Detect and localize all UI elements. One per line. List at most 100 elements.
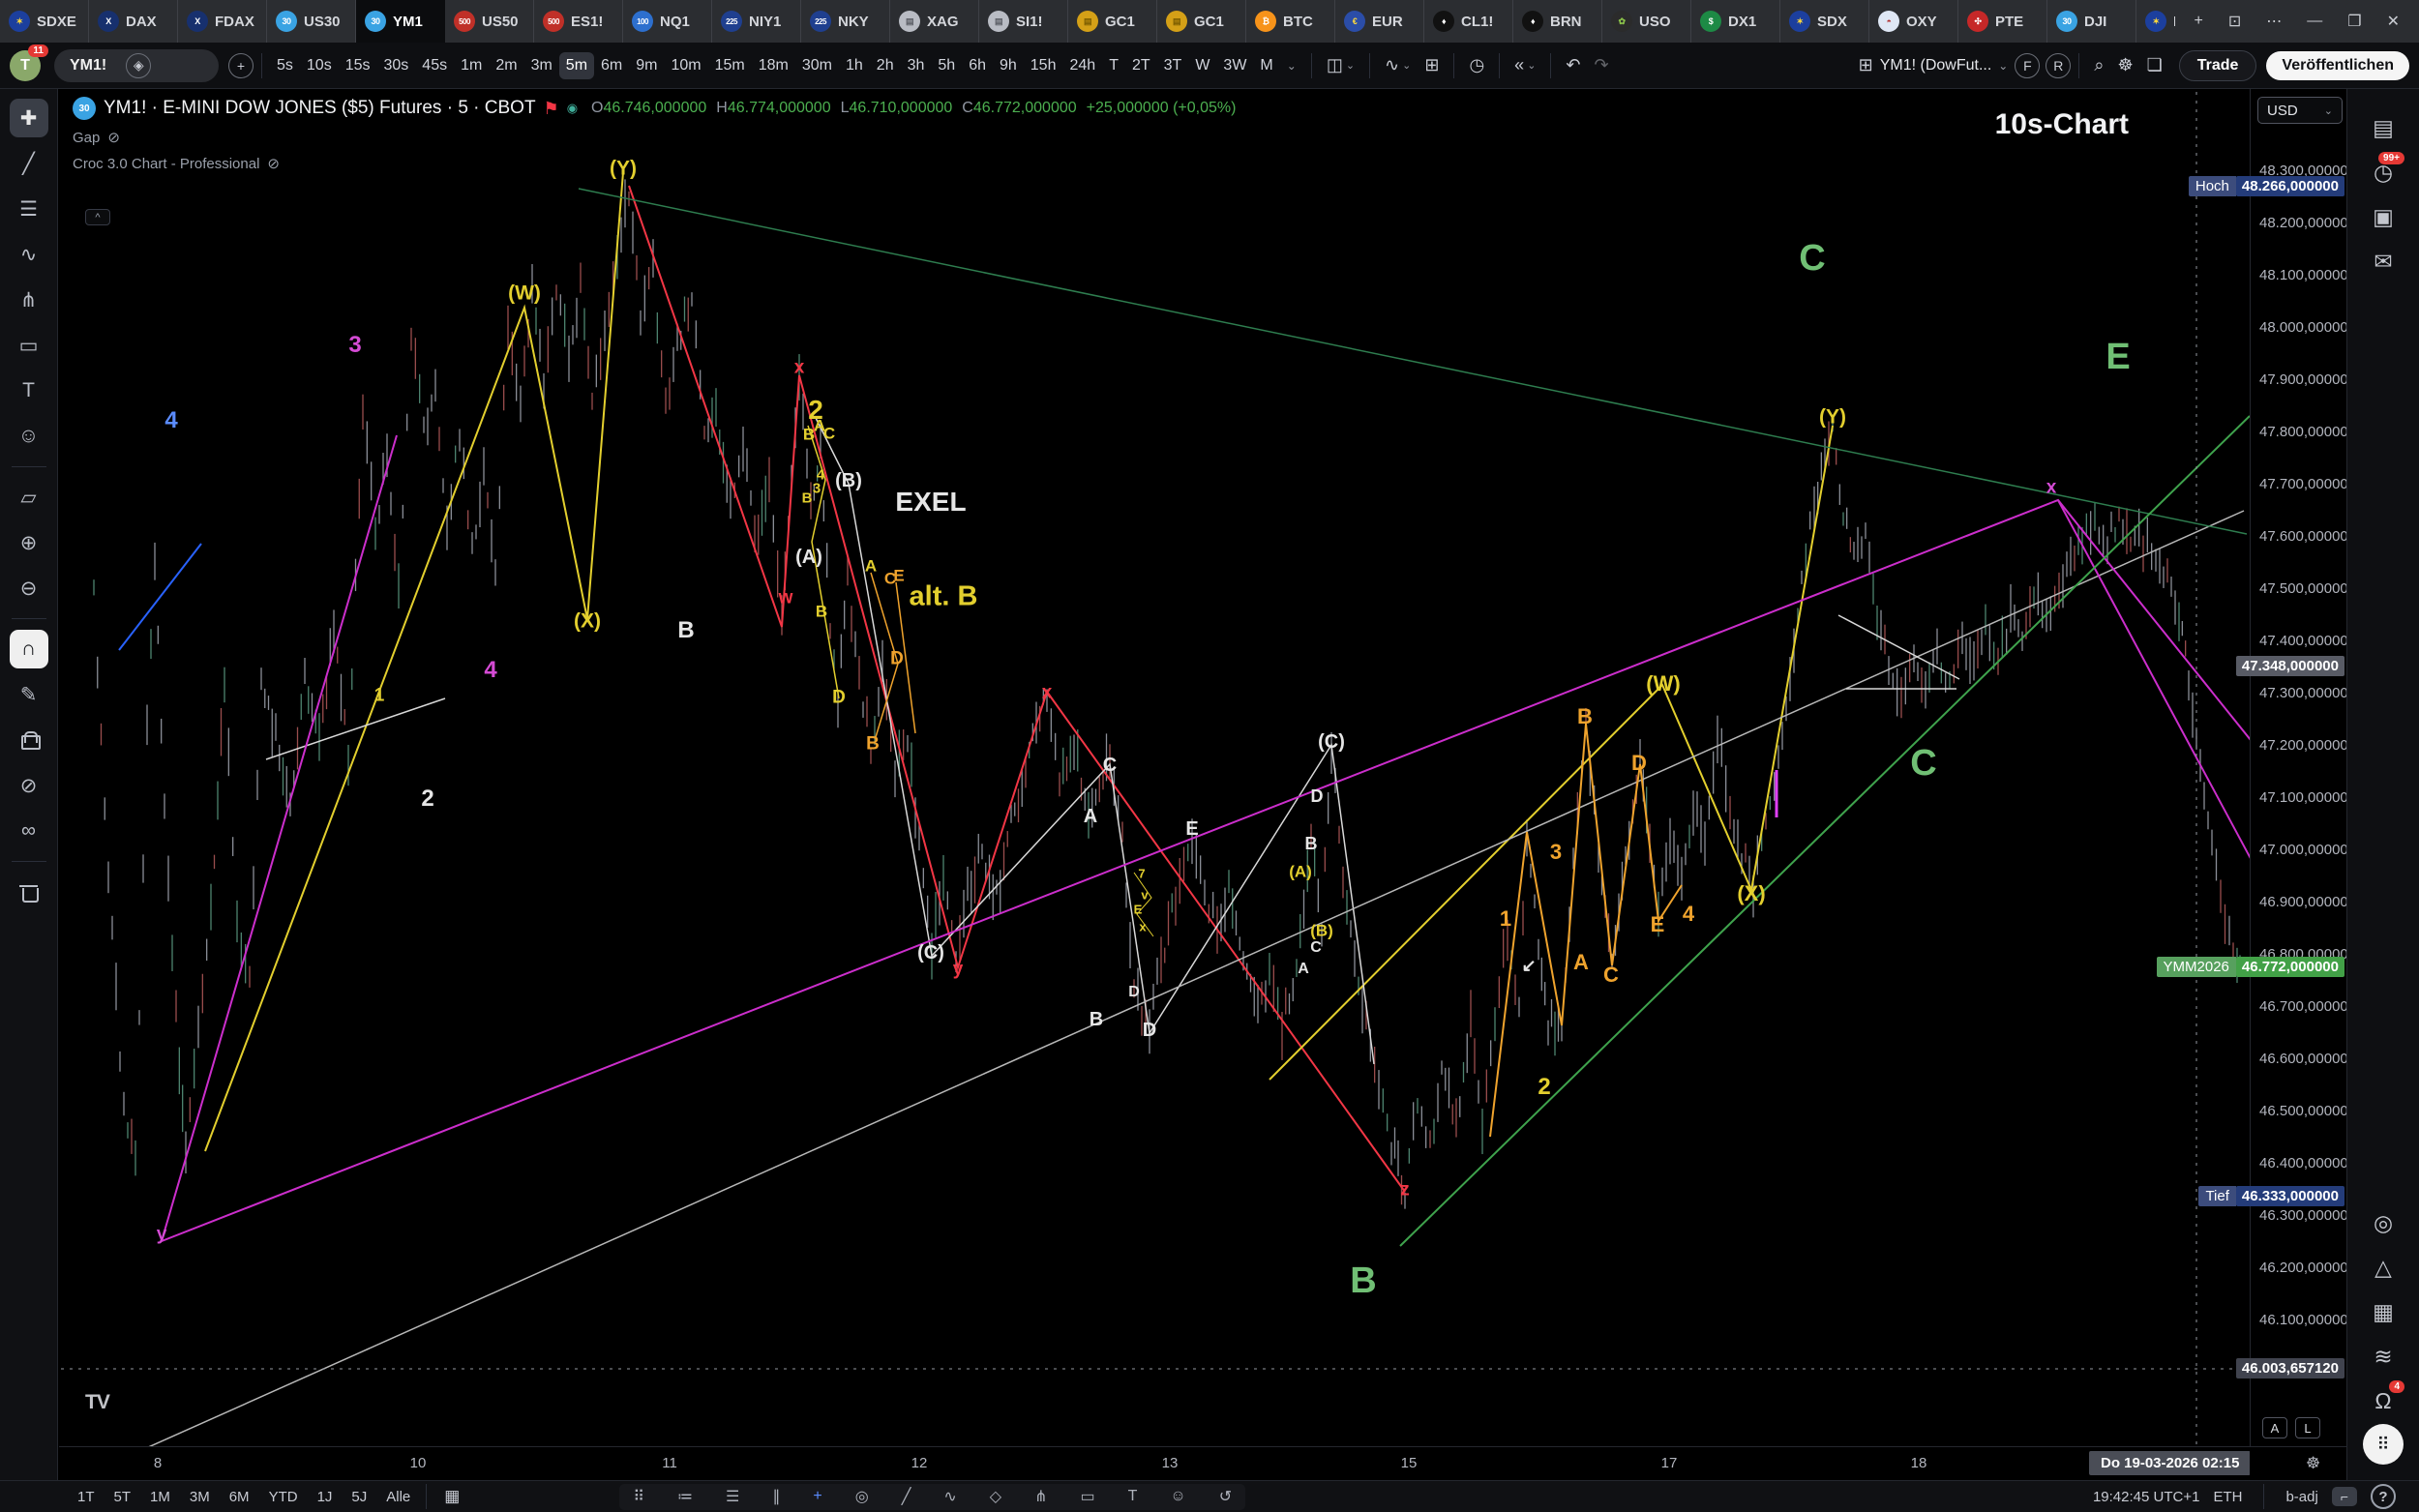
volume-profile-tool-icon[interactable]: ∥ (772, 1487, 780, 1506)
pitchfork-tool-icon[interactable]: ⋔ (10, 281, 48, 319)
symbol-tab-oxy[interactable]: ◓OXY (1869, 0, 1958, 43)
replay-button[interactable]: R (2046, 53, 2071, 78)
legend-symbol-title[interactable]: YM1! · E-MINI DOW JONES ($5) Futures · 5… (104, 98, 536, 119)
timeframe-15m[interactable]: 15m (708, 52, 752, 79)
wave-label-y[interactable]: y (953, 961, 964, 979)
wave-label-altb[interactable]: alt. B (910, 583, 978, 611)
range-1t[interactable]: 1T (70, 1486, 103, 1508)
zoom-out-tool-icon[interactable]: ⊖ (10, 569, 48, 608)
timeframe-30s[interactable]: 30s (377, 52, 416, 79)
indicators-icon[interactable]: ∿⌄ (1378, 51, 1418, 79)
wave-label-d[interactable]: D (1631, 753, 1647, 774)
symbol-tab-eur[interactable]: €EUR (1335, 0, 1424, 43)
symbol-tab-cl1![interactable]: ♦CL1! (1424, 0, 1513, 43)
indicator-croc-label[interactable]: Croc 3.0 Chart - Professional (73, 156, 259, 172)
timeframe-1m[interactable]: 1m (454, 52, 489, 79)
compare-add-button[interactable]: + (228, 53, 254, 78)
auto-scale-button[interactable]: A (2262, 1417, 2287, 1438)
wave-label-e[interactable]: E (2105, 339, 2130, 375)
trend-line-tool-icon[interactable]: ╱ (10, 144, 48, 183)
wave-label-x[interactable]: (X) (1737, 883, 1765, 904)
layout-name[interactable]: YM1! (DowFut... (1880, 57, 1992, 74)
trend-line-tool-icon[interactable]: ╱ (902, 1487, 911, 1506)
elliott-wave-tool-icon[interactable]: ∿ (10, 235, 48, 274)
range-3m[interactable]: 3M (182, 1486, 218, 1508)
wave-label-a[interactable]: (A) (1289, 864, 1312, 880)
wave-label-x[interactable]: x (1042, 684, 1053, 702)
wave-label-b[interactable]: B (677, 619, 694, 642)
wave-label-z[interactable]: z (1400, 1181, 1410, 1200)
timeframe-6h[interactable]: 6h (962, 52, 993, 79)
chart-style-icon[interactable]: ◫⌄ (1320, 51, 1361, 79)
chart-settings-icon[interactable]: ☸ (2110, 51, 2139, 79)
drawing-mode-tool-icon[interactable]: ✎ (10, 675, 48, 714)
wave-label-a[interactable]: (A) (795, 548, 822, 567)
timeframe-15h[interactable]: 15h (1024, 52, 1063, 79)
rectangle-tool-icon[interactable]: ▭ (1080, 1487, 1094, 1506)
restore-button[interactable]: ❐ (2347, 12, 2361, 31)
object-tree-icon[interactable]: ▣ (2362, 195, 2404, 238)
fullscreen-icon[interactable]: ❏ (2140, 51, 2169, 79)
timeframe-9h[interactable]: 9h (993, 52, 1024, 79)
wave-label-c[interactable]: (C) (1318, 732, 1345, 752)
emoji-tool-icon[interactable]: ☺ (1170, 1488, 1185, 1505)
layout-chevron-icon[interactable]: ⌄ (1991, 55, 2015, 76)
pitchfork-tool-icon[interactable]: ⋔ (1034, 1487, 1047, 1506)
zigzag-tool-icon[interactable]: ∿ (943, 1487, 956, 1506)
monitors-icon[interactable]: ⊡ (2228, 12, 2241, 31)
wave-label-4[interactable]: 4 (164, 409, 177, 432)
user-avatar[interactable]: T 11 (10, 50, 41, 81)
log-scale-button[interactable]: L (2295, 1417, 2320, 1438)
eye-off-icon[interactable]: ⊘ (267, 155, 280, 172)
wave-label-b[interactable]: B (1350, 1262, 1376, 1299)
range-5t[interactable]: 5T (106, 1486, 139, 1508)
timeframe-10m[interactable]: 10m (665, 52, 708, 79)
price-scale[interactable]: USD ⌄ A L 48.300,00000048.200,00000048.1… (2250, 89, 2346, 1446)
wave-label-b[interactable]: (B) (1310, 923, 1333, 939)
timeframe-5s[interactable]: 5s (270, 52, 300, 79)
symbol-tab-pte[interactable]: ✣PTE (1958, 0, 2047, 43)
timeframe-3h[interactable]: 3h (901, 52, 932, 79)
screener-icon[interactable]: ◎ (2362, 1201, 2404, 1244)
lock-all-drawings-tool-icon[interactable] (10, 721, 48, 759)
wave-label-w[interactable]: (W) (508, 283, 541, 304)
symbol-tab-ym1[interactable]: 30YM1 (356, 0, 445, 43)
pattern-tool-icon[interactable]: ◇ (990, 1487, 1001, 1506)
timeframe-3W[interactable]: 3W (1216, 52, 1253, 79)
wave-label-d[interactable]: D (832, 689, 846, 707)
wave-label-e[interactable]: E (1185, 819, 1198, 839)
range-1m[interactable]: 1M (142, 1486, 178, 1508)
flag-icon[interactable]: ⚑ (544, 99, 559, 119)
wave-label-7[interactable]: 7 (1138, 868, 1145, 880)
wave-label-a[interactable]: A (1573, 952, 1589, 973)
chart-pane[interactable]: (Y)(W)34(X)B124x2BAC43B(B)EXEL(A)ACEalt.… (59, 89, 2250, 1446)
wave-label-b[interactable]: B (1090, 1010, 1103, 1029)
close-button[interactable]: ✕ (2387, 12, 2400, 31)
symbol-tab-fgb[interactable]: ✶FGB (2136, 0, 2175, 43)
tradingview-logo[interactable]: TV (85, 1391, 109, 1414)
adjustment-label[interactable]: b-adj (2285, 1489, 2317, 1505)
symbol-tab-uso[interactable]: ✿USO (1602, 0, 1691, 43)
wave-label-e[interactable]: E (1134, 904, 1143, 916)
wave-label-c[interactable]: C (1603, 964, 1619, 986)
clock-label[interactable]: 19:42:45 UTC+1 (2093, 1489, 2200, 1505)
symbol-tab-gc1[interactable]: ▤GC1 (1157, 0, 1246, 43)
alerts-icon[interactable]: ◷99+ (2362, 151, 2404, 193)
crosshair-tool-icon[interactable]: ✚ (10, 99, 48, 137)
shapes-tool-icon[interactable]: ▭ (10, 326, 48, 365)
wave-label-w[interactable]: w (779, 589, 793, 608)
wave-label-a[interactable]: A (865, 558, 877, 575)
wave-label-w[interactable]: (W) (1646, 673, 1680, 695)
wave-label-e[interactable]: E (893, 568, 904, 584)
range-1j[interactable]: 1J (310, 1486, 341, 1508)
range-6m[interactable]: 6M (222, 1486, 257, 1508)
wave-label-exel[interactable]: EXEL (895, 489, 966, 516)
wave-label-d[interactable]: D (1311, 787, 1324, 805)
ideas-icon[interactable]: △ (2362, 1246, 2404, 1289)
wave-label-d[interactable]: D (890, 650, 904, 668)
timeframe-15s[interactable]: 15s (339, 52, 377, 79)
wave-label-x[interactable]: x (1139, 921, 1146, 934)
wave-label-b[interactable]: B (866, 735, 880, 754)
zoom-in-tool-icon[interactable]: ⊕ (10, 523, 48, 562)
timeframe-30m[interactable]: 30m (795, 52, 839, 79)
